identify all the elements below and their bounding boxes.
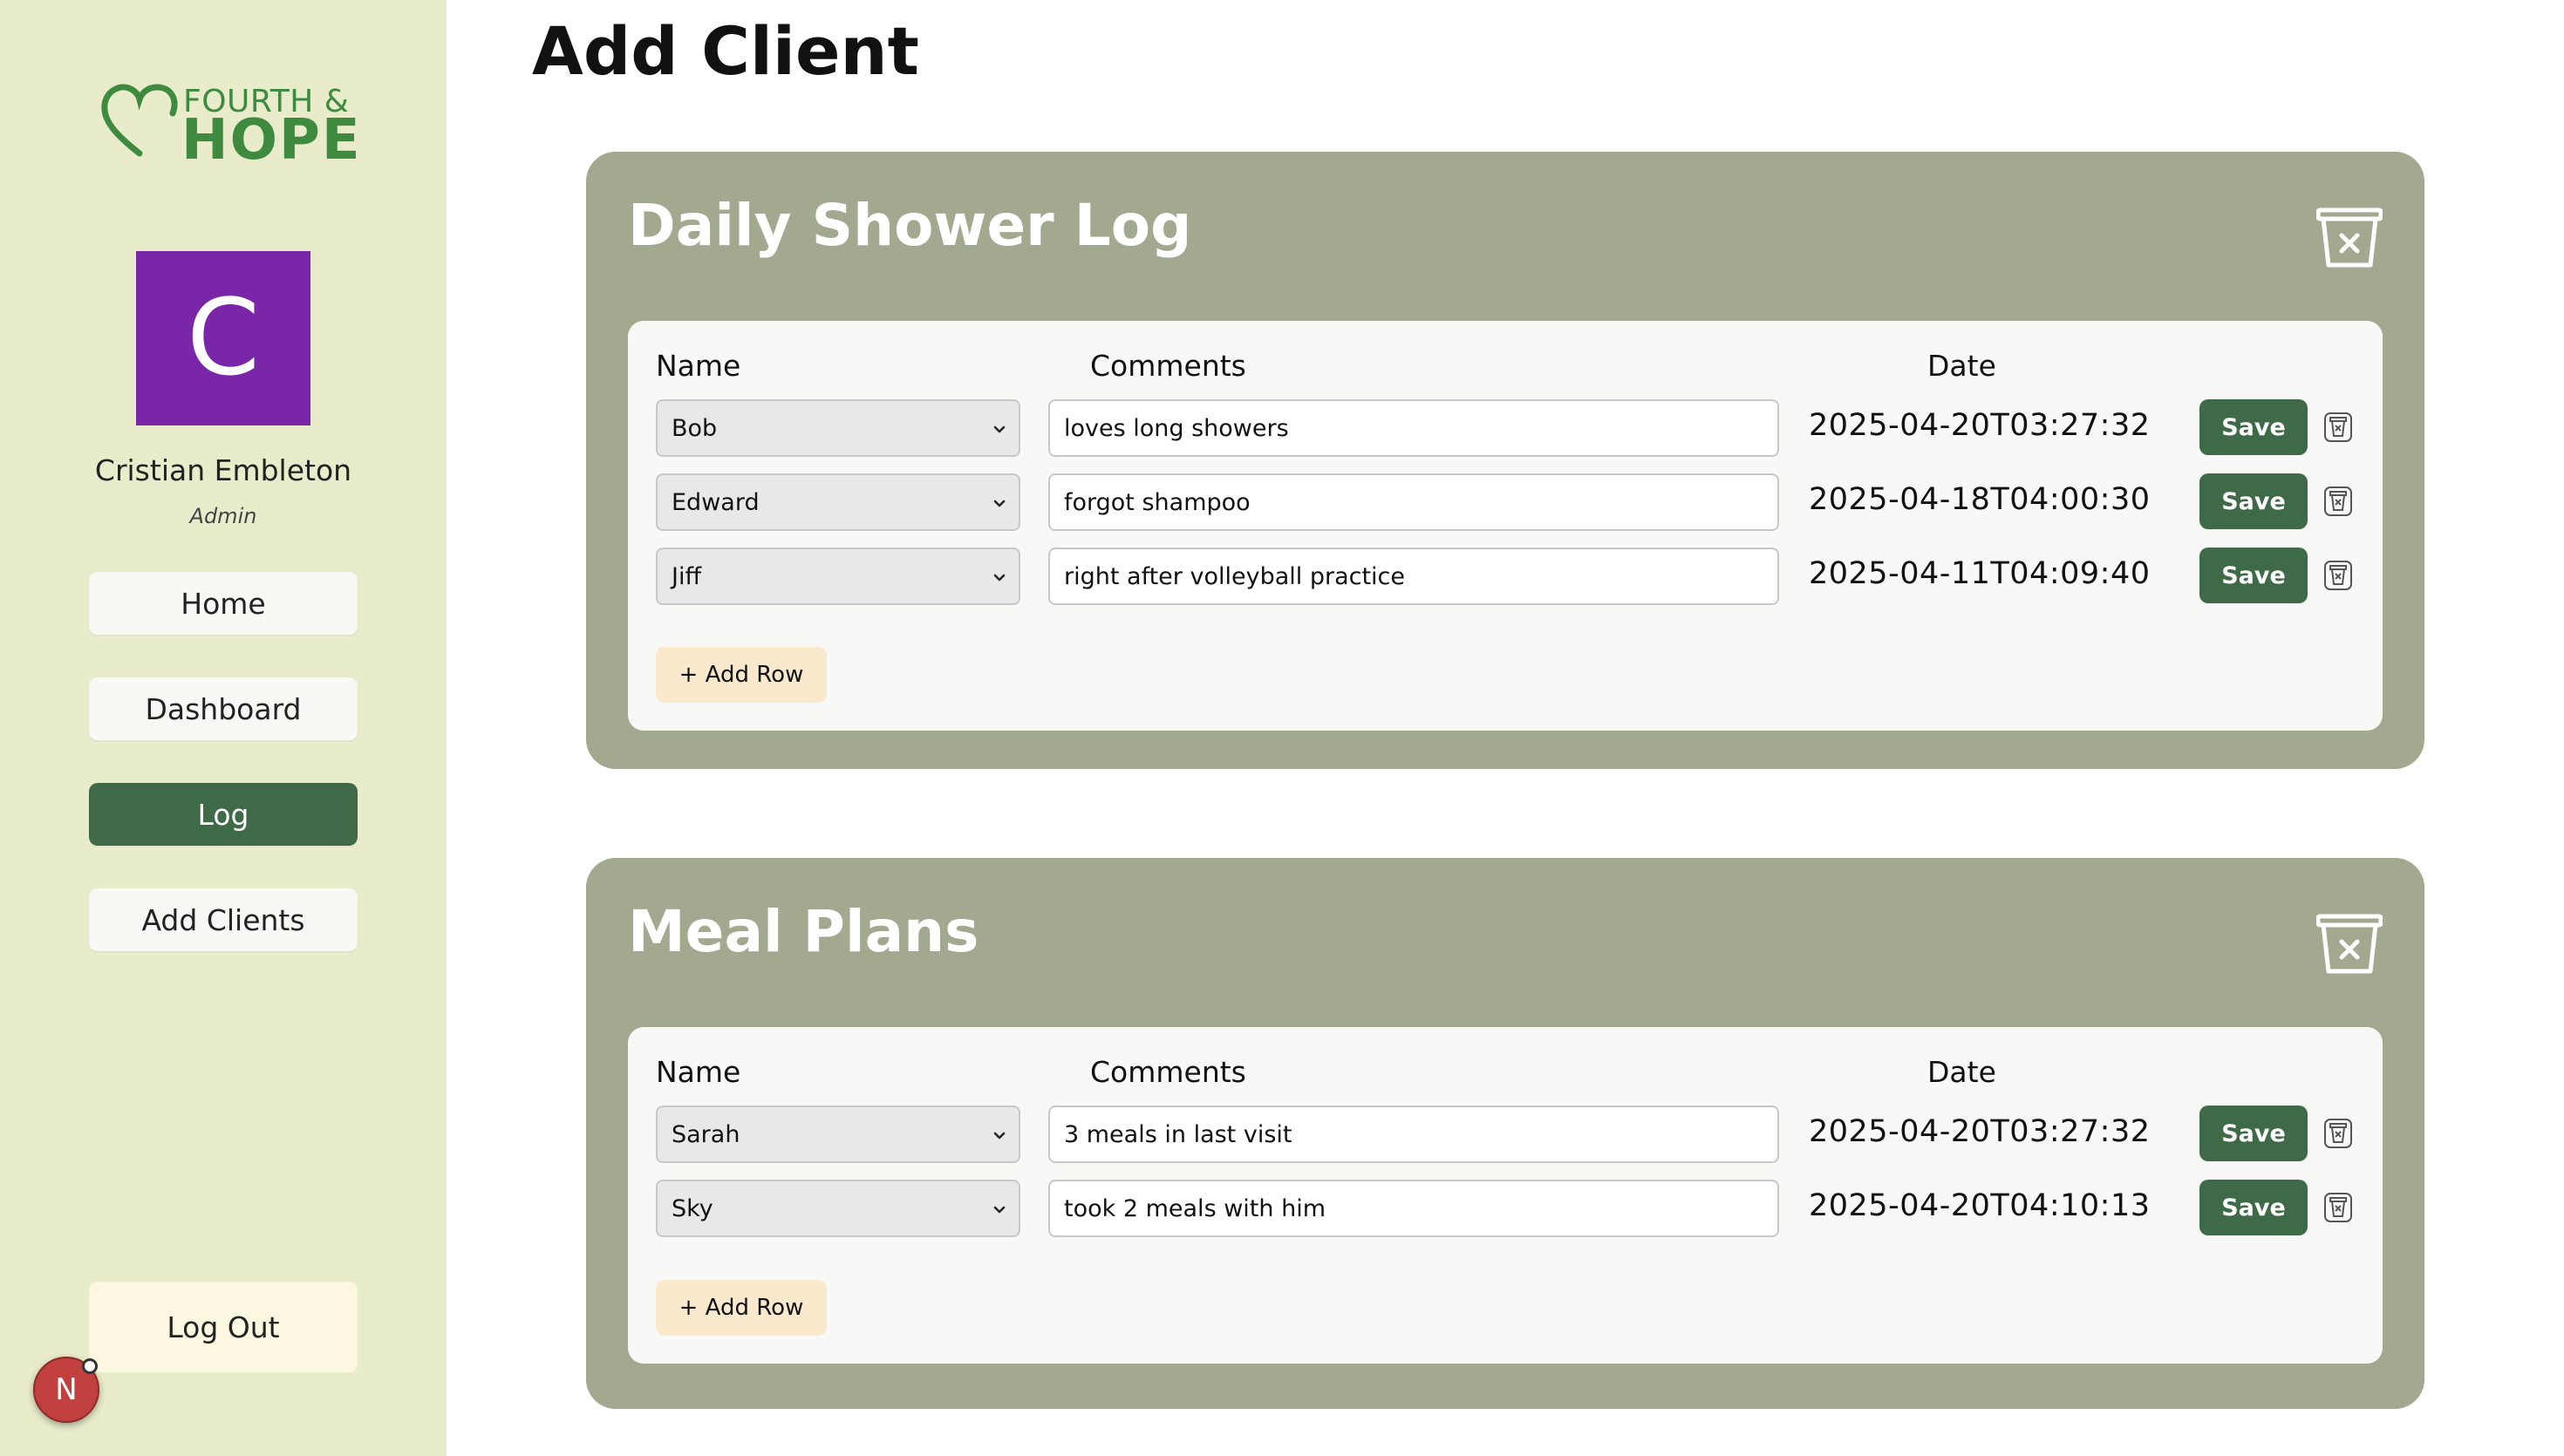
- notification-dot: [82, 1358, 98, 1374]
- comment-input[interactable]: forgot shampoo: [1048, 473, 1779, 531]
- chevron-down-icon: [993, 574, 1006, 582]
- nav-add-clients-button[interactable]: Add Clients: [89, 888, 358, 951]
- date-value: 2025-04-18T04:00:30: [1809, 482, 2151, 517]
- column-header-comments: Comments: [1090, 1055, 1246, 1089]
- log-title: Meal Plans: [628, 898, 979, 965]
- name-select[interactable]: Sarah: [656, 1106, 1020, 1163]
- delete-row-icon[interactable]: [2323, 412, 2353, 443]
- delete-row-icon[interactable]: [2323, 486, 2353, 517]
- add-row-button[interactable]: + Add Row: [656, 1280, 827, 1336]
- log-table: Name Comments Date Bob loves long shower…: [628, 321, 2383, 731]
- page-title: Add Client: [532, 12, 919, 90]
- sidebar: FOURTH & HOPE C Cristian Embleton Admin …: [0, 0, 447, 1456]
- column-header-comments: Comments: [1090, 349, 1246, 383]
- delete-row-icon[interactable]: [2323, 1192, 2353, 1223]
- table-row: Jiff right after volleyball practice 202…: [628, 548, 2383, 607]
- delete-log-icon[interactable]: [2316, 208, 2383, 269]
- nav-home-button[interactable]: Home: [89, 572, 358, 635]
- name-select[interactable]: Jiff: [656, 548, 1020, 605]
- comment-input[interactable]: 3 meals in last visit: [1048, 1106, 1779, 1163]
- table-row: Edward forgot shampoo 2025-04-18T04:00:3…: [628, 473, 2383, 533]
- date-value: 2025-04-20T03:27:32: [1809, 1114, 2151, 1149]
- heart-icon: [101, 84, 178, 157]
- name-select-value: Edward: [672, 488, 760, 516]
- column-header-name: Name: [656, 349, 741, 383]
- name-select[interactable]: Bob: [656, 399, 1020, 457]
- log-table: Name Comments Date Sarah 3 meals in last…: [628, 1027, 2383, 1364]
- name-select[interactable]: Sky: [656, 1180, 1020, 1237]
- date-value: 2025-04-20T04:10:13: [1809, 1188, 2151, 1223]
- name-select[interactable]: Edward: [656, 473, 1020, 531]
- comment-input[interactable]: took 2 meals with him: [1048, 1180, 1779, 1237]
- nav-log-button[interactable]: Log: [89, 783, 358, 846]
- chevron-down-icon: [993, 500, 1006, 507]
- nav-dashboard-button[interactable]: Dashboard: [89, 677, 358, 740]
- save-button[interactable]: Save: [2199, 548, 2308, 603]
- delete-row-icon[interactable]: [2323, 560, 2353, 591]
- save-button[interactable]: Save: [2199, 399, 2308, 455]
- date-value: 2025-04-11T04:09:40: [1809, 556, 2151, 591]
- name-select-value: Jiff: [672, 562, 702, 590]
- brand-logo: FOURTH & HOPE: [98, 80, 360, 173]
- column-header-name: Name: [656, 1055, 741, 1089]
- log-title: Daily Shower Log: [628, 192, 1192, 259]
- log-card: Meal Plans Name Comments Date Sarah 3 me…: [586, 858, 2424, 1409]
- comment-input[interactable]: right after volleyball practice: [1048, 548, 1779, 605]
- logout-button[interactable]: Log Out: [89, 1282, 358, 1372]
- column-header-date: Date: [1927, 349, 1996, 383]
- table-row: Bob loves long showers 2025-04-20T03:27:…: [628, 399, 2383, 459]
- chevron-down-icon: [993, 1206, 1006, 1214]
- brand-line-2: HOPE: [181, 108, 362, 173]
- delete-log-icon[interactable]: [2316, 914, 2383, 975]
- date-value: 2025-04-20T03:27:32: [1809, 408, 2151, 443]
- save-button[interactable]: Save: [2199, 473, 2308, 529]
- add-row-button[interactable]: + Add Row: [656, 647, 827, 703]
- save-button[interactable]: Save: [2199, 1106, 2308, 1161]
- log-card: Daily Shower Log Name Comments Date Bob …: [586, 152, 2424, 769]
- comment-input[interactable]: loves long showers: [1048, 399, 1779, 457]
- chevron-down-icon: [993, 425, 1006, 433]
- user-role: Admin: [189, 504, 257, 528]
- column-header-date: Date: [1927, 1055, 1996, 1089]
- table-row: Sarah 3 meals in last visit 2025-04-20T0…: [628, 1106, 2383, 1165]
- user-name: Cristian Embleton: [94, 453, 352, 487]
- table-row: Sky took 2 meals with him 2025-04-20T04:…: [628, 1180, 2383, 1239]
- save-button[interactable]: Save: [2199, 1180, 2308, 1235]
- name-select-value: Sky: [672, 1194, 713, 1222]
- name-select-value: Bob: [672, 414, 718, 442]
- avatar: C: [136, 251, 310, 425]
- delete-row-icon[interactable]: [2323, 1118, 2353, 1149]
- name-select-value: Sarah: [672, 1120, 740, 1148]
- chevron-down-icon: [993, 1132, 1006, 1140]
